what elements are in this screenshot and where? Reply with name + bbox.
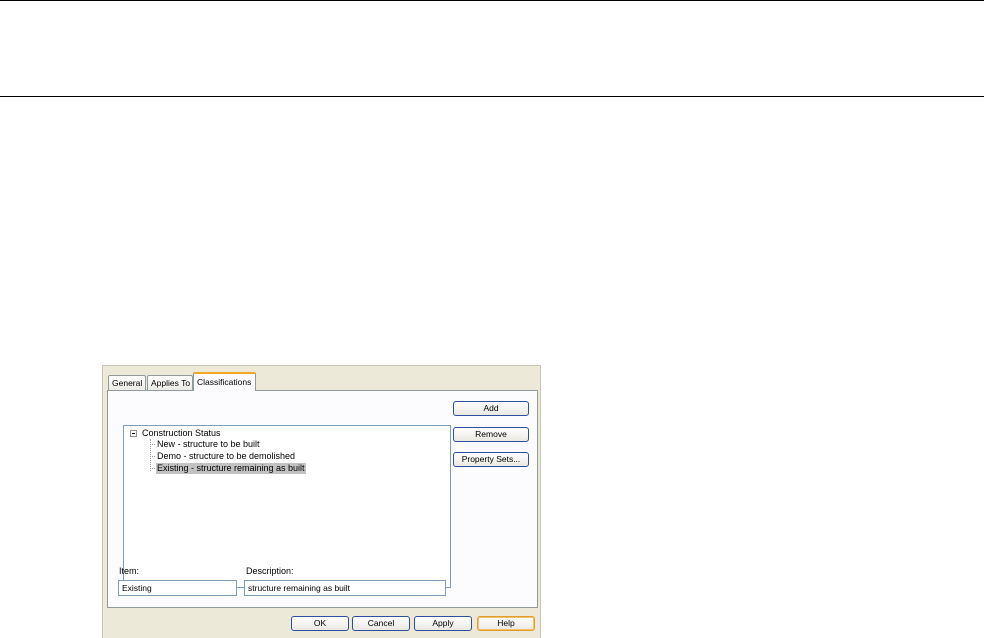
description-label: Description: [246,566,294,576]
separator-rule [0,96,984,97]
item-field[interactable]: Existing [118,580,237,596]
property-sets-button[interactable]: Property Sets... [453,452,529,467]
tree-connector [150,456,155,457]
help-button[interactable]: Help [477,616,535,631]
top-rule [0,0,984,1]
collapse-icon[interactable] [130,430,137,437]
remove-button[interactable]: Remove [453,427,529,442]
description-field[interactable]: structure remaining as built [244,580,446,596]
cancel-button[interactable]: Cancel [352,616,410,631]
add-button[interactable]: Add [453,401,529,416]
tab-general[interactable]: General [108,375,146,390]
tab-classifications[interactable]: Classifications [193,372,256,391]
tab-applies-to[interactable]: Applies To [147,375,193,390]
item-label: Item: [119,566,140,576]
classification-tree[interactable]: Construction Status New - structure to b… [123,425,451,588]
tree-item-new[interactable]: New - structure to be built [156,439,261,450]
tab-panel: Construction Status New - structure to b… [107,390,538,608]
apply-button[interactable]: Apply [414,616,472,631]
tree-connector [150,468,155,469]
tree-item-demo[interactable]: Demo - structure to be demolished [156,451,296,462]
tree-root-label[interactable]: Construction Status [142,428,221,438]
classifications-dialog: General Applies To Construction Status N… [102,365,541,638]
tree-connector [150,444,155,445]
tree-item-existing[interactable]: Existing - structure remaining as built [156,463,306,474]
ok-button[interactable]: OK [291,616,349,631]
